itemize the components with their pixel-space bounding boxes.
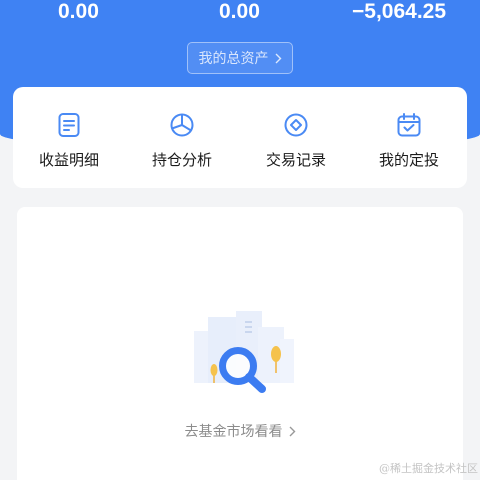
asset-stats: 0.00 0.00 −5,064.25 [0,0,480,26]
menu-item-label: 交易记录 [265,151,326,169]
document-icon [56,112,82,138]
go-fund-market-label: 去基金市场看看 [184,424,283,440]
menu-item-income-details[interactable]: 收益明细 [13,87,123,188]
chevron-right-icon [275,53,282,64]
pie-chart-icon [169,112,195,138]
menu-item-transaction-records[interactable]: 交易记录 [240,87,350,188]
total-assets-button[interactable]: 我的总资产 [187,42,293,74]
menu-item-label: 持仓分析 [151,151,212,169]
stat-value-2: 0.00 [219,0,260,23]
menu-item-label: 收益明细 [38,151,99,169]
diamond-circle-icon [283,112,309,138]
menu-item-label: 我的定投 [378,151,439,169]
stat-value-1: 0.00 [58,0,99,23]
watermark-text: @稀土掘金技术社区 [379,462,478,475]
chevron-right-icon [289,426,296,437]
menu-item-holdings-analysis[interactable]: 持仓分析 [126,87,236,188]
holdings-empty-card: 去基金市场看看 [17,207,463,480]
calendar-check-icon [396,112,422,138]
go-fund-market-link[interactable]: 去基金市场看看 [17,421,463,441]
stat-value-3: −5,064.25 [352,0,447,23]
empty-search-illustration [188,307,298,397]
menu-card: 收益明细 持仓分析 交易记录 我的定投 [13,87,467,188]
menu-item-my-auto-invest[interactable]: 我的定投 [353,87,463,188]
total-assets-label: 我的总资产 [198,51,269,67]
